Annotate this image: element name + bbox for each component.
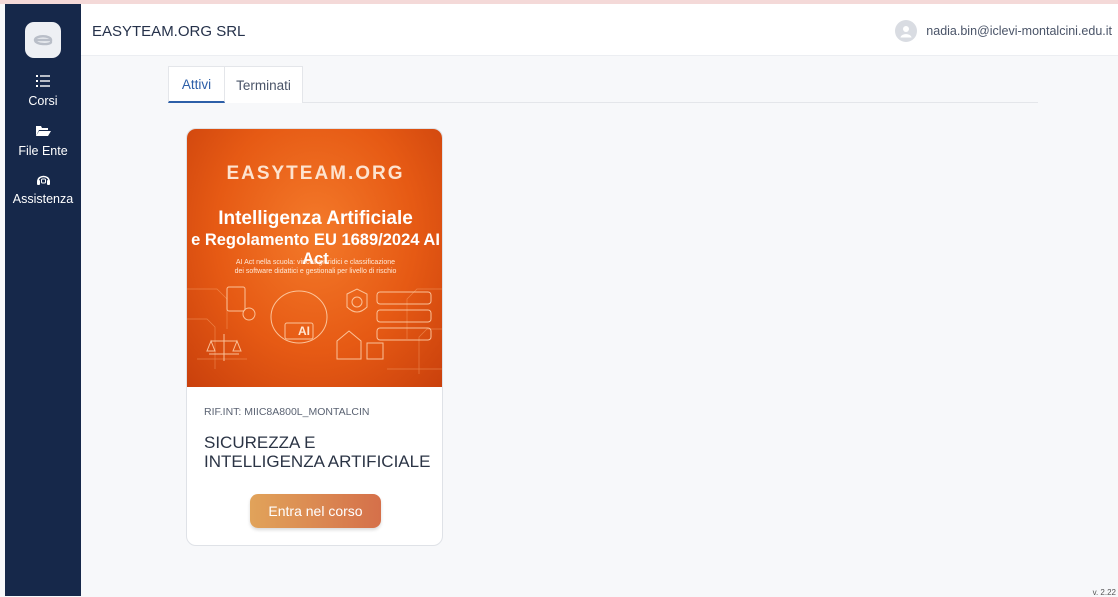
sidebar-item-label: Assistenza [12, 192, 74, 206]
avatar-icon [895, 20, 918, 42]
tab-attivi[interactable]: Attivi [168, 66, 225, 103]
cover-title-line1: Intelligenza Artificiale [218, 208, 413, 229]
sidebar-item-file-ente[interactable]: File Ente [5, 124, 81, 158]
course-title: SICUREZZA E INTELLIGENZA ARTIFICIALE [204, 433, 431, 471]
svg-text:AI: AI [298, 324, 310, 338]
list-icon [5, 74, 81, 92]
cover-brand: EASYTEAM.ORG [226, 163, 405, 184]
sidebar-item-label: File Ente [18, 144, 68, 158]
sidebar-item-corsi[interactable]: Corsi [5, 74, 81, 108]
cover-subtitle-line1: AI Act nella scuola: vincoli giuridici e… [235, 259, 396, 266]
top-header: EASYTEAM.ORG SRL nadia.bin@iclevi-montal… [81, 4, 1118, 56]
app-logo[interactable] [25, 22, 61, 58]
course-cover-image: AI EASYTEAM.ORG Intelligenza Artificiale… [187, 129, 442, 387]
cover-subtitle-line2: dei software didattici e gestionali per … [234, 268, 397, 275]
enter-course-button[interactable]: Entra nel corso [250, 494, 381, 528]
logo-icon [33, 35, 53, 46]
course-reference: RIF.INT: MIIC8A800L_MONTALCIN [204, 406, 370, 418]
cover-subtitle: AI Act nella scuola: vincoli giuridici e… [187, 258, 442, 276]
organization-name: EASYTEAM.ORG SRL [92, 23, 246, 40]
user-menu[interactable]: nadia.bin@iclevi-montalcini.edu.it [895, 20, 1112, 42]
sidebar-item-assistenza[interactable]: Assistenza [5, 172, 81, 206]
folder-open-icon [5, 124, 81, 142]
user-email: nadia.bin@iclevi-montalcini.edu.it [926, 24, 1112, 38]
sidebar: Corsi File Ente Assistenza [5, 4, 81, 596]
course-card: AI EASYTEAM.ORG Intelligenza Artificiale… [186, 128, 443, 546]
sidebar-item-label: Corsi [28, 94, 58, 108]
tab-terminati[interactable]: Terminati [225, 66, 303, 103]
headset-icon [5, 172, 81, 190]
course-tabs: Attivi Terminati [168, 66, 1038, 103]
